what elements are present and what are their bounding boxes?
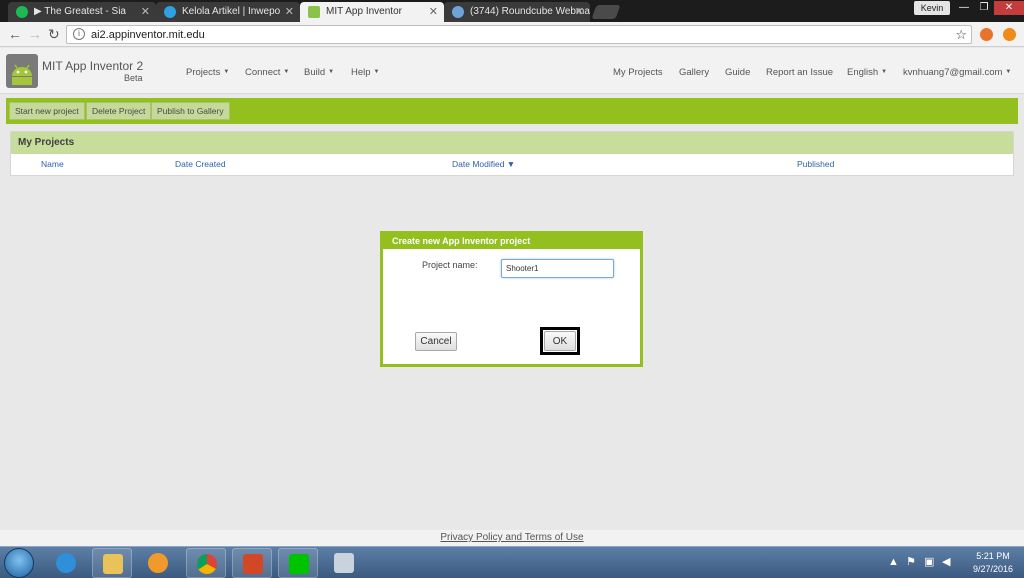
roundcube-icon bbox=[452, 6, 464, 18]
show-hidden-icons-icon[interactable]: ▲ bbox=[888, 556, 899, 568]
ie-icon[interactable] bbox=[46, 548, 86, 578]
nav-my-projects[interactable]: My Projects bbox=[613, 67, 663, 78]
spotify-icon bbox=[16, 6, 28, 18]
nav-report-issue[interactable]: Report an Issue bbox=[766, 67, 833, 78]
page-footer: Privacy Policy and Terms of Use bbox=[0, 530, 1024, 546]
tab-kelola-artikel[interactable]: Kelola Artikel | Inwepo ✕ bbox=[156, 2, 300, 22]
address-bar[interactable]: i ai2.appinventor.mit.edu ☆ bbox=[66, 25, 972, 44]
back-icon[interactable]: ← bbox=[8, 26, 22, 42]
file-explorer-icon[interactable] bbox=[92, 548, 132, 578]
menu-label: Projects bbox=[186, 67, 221, 78]
media-player-icon[interactable] bbox=[138, 548, 178, 578]
menu-label: kvnhuang7@gmail.com bbox=[903, 67, 1003, 78]
delete-project-button[interactable]: Delete Project bbox=[86, 102, 152, 120]
network-icon[interactable]: ▣ bbox=[924, 556, 934, 568]
extension-icon[interactable] bbox=[1003, 28, 1016, 41]
tab-label: ▶ The Greatest - Sia bbox=[34, 6, 126, 17]
column-date-created[interactable]: Date Created bbox=[175, 159, 226, 169]
clock-date[interactable]: 9/27/2016 bbox=[968, 564, 1018, 574]
tab-spotify[interactable]: ▶ The Greatest - Sia ✕ bbox=[8, 2, 156, 22]
close-icon[interactable]: ✕ bbox=[285, 2, 294, 22]
menu-label: Build bbox=[304, 67, 326, 78]
tab-roundcube[interactable]: (3744) Roundcube Webmail ✕ bbox=[444, 2, 590, 22]
caret-down-icon: ▼ bbox=[373, 69, 380, 76]
window-close-icon[interactable]: ✕ bbox=[994, 1, 1024, 15]
volume-icon[interactable]: ◀ bbox=[942, 556, 950, 568]
powerpoint-icon[interactable] bbox=[232, 548, 272, 578]
projects-heading: My Projects bbox=[11, 132, 1013, 154]
caret-down-icon: ▼ bbox=[283, 69, 290, 76]
nav-gallery[interactable]: Gallery bbox=[679, 67, 709, 78]
profile-button[interactable]: Kevin bbox=[914, 1, 950, 15]
caret-down-icon: ▼ bbox=[223, 69, 230, 76]
app-inventor-logo[interactable] bbox=[6, 54, 38, 88]
new-project-dialog: Create new App Inventor project Project … bbox=[380, 231, 643, 367]
cancel-button[interactable]: Cancel bbox=[415, 332, 457, 351]
account-menu[interactable]: kvnhuang7@gmail.com ▼ bbox=[903, 67, 1011, 78]
close-icon[interactable]: ✕ bbox=[575, 2, 584, 22]
projects-list: My Projects Name Date Created Date Modif… bbox=[10, 131, 1014, 176]
menu-build[interactable]: Build ▼ bbox=[304, 67, 334, 78]
browser-tab-strip: ▶ The Greatest - Sia ✕ Kelola Artikel | … bbox=[0, 0, 1024, 22]
clock-time[interactable]: 5:21 PM bbox=[968, 551, 1018, 561]
menu-label: Help bbox=[351, 67, 371, 78]
reload-icon[interactable]: ↻ bbox=[48, 26, 60, 42]
privacy-policy-link[interactable]: Privacy Policy and Terms of Use bbox=[440, 532, 583, 543]
paint-icon[interactable] bbox=[324, 548, 364, 578]
menu-label: English bbox=[847, 67, 879, 78]
url-text[interactable]: ai2.appinventor.mit.edu bbox=[91, 26, 205, 44]
language-menu[interactable]: English ▼ bbox=[847, 67, 887, 78]
browser-toolbar: ← → ↻ i ai2.appinventor.mit.edu ☆ bbox=[0, 22, 1024, 47]
tab-label: (3744) Roundcube Webmail bbox=[470, 6, 590, 17]
new-tab-button[interactable] bbox=[591, 5, 621, 19]
caret-down-icon: ▼ bbox=[328, 69, 335, 76]
windows-taskbar: ▲ ⚑ ▣ ◀ 5:21 PM 9/27/2016 bbox=[0, 546, 1024, 578]
maximize-icon[interactable]: ❐ bbox=[974, 1, 994, 15]
project-toolbar: Start new project Delete Project Publish… bbox=[6, 98, 1018, 124]
extension-icon[interactable] bbox=[980, 28, 993, 41]
dialog-title: Create new App Inventor project bbox=[383, 234, 640, 249]
bookmark-star-icon[interactable]: ☆ bbox=[955, 26, 967, 43]
ok-button[interactable]: OK bbox=[544, 331, 576, 351]
column-published[interactable]: Published bbox=[797, 159, 834, 169]
tab-label: MIT App Inventor bbox=[326, 6, 402, 17]
app-header: MIT App Inventor 2 Beta Projects ▼ Connec… bbox=[0, 48, 1024, 94]
info-icon[interactable]: i bbox=[73, 28, 85, 40]
project-name-label: Project name: bbox=[422, 260, 478, 270]
start-button[interactable] bbox=[4, 548, 34, 578]
start-new-project-button[interactable]: Start new project bbox=[9, 102, 85, 120]
android-logo-icon bbox=[6, 54, 38, 88]
system-tray: ▲ ⚑ ▣ ◀ 5:21 PM 9/27/2016 bbox=[880, 547, 1024, 578]
chrome-icon[interactable] bbox=[186, 548, 226, 578]
nav-guide[interactable]: Guide bbox=[725, 67, 750, 78]
tab-mit-app-inventor[interactable]: MIT App Inventor ✕ bbox=[300, 2, 444, 22]
tab-label: Kelola Artikel | Inwepo bbox=[182, 6, 281, 17]
line-icon[interactable] bbox=[278, 548, 318, 578]
caret-down-icon: ▼ bbox=[881, 69, 888, 76]
menu-projects[interactable]: Projects ▼ bbox=[186, 67, 229, 78]
project-name-input[interactable] bbox=[501, 259, 614, 278]
android-icon bbox=[308, 6, 320, 18]
power-icon bbox=[164, 6, 176, 18]
app-title: MIT App Inventor 2 bbox=[42, 59, 144, 73]
menu-label: Connect bbox=[245, 67, 281, 78]
column-name[interactable]: Name bbox=[41, 159, 64, 169]
minimize-icon[interactable]: — bbox=[954, 1, 974, 15]
close-icon[interactable]: ✕ bbox=[141, 2, 150, 22]
app-subtitle: Beta bbox=[124, 73, 143, 83]
menu-help[interactable]: Help ▼ bbox=[351, 67, 380, 78]
publish-to-gallery-button[interactable]: Publish to Gallery bbox=[151, 102, 230, 120]
column-date-modified[interactable]: Date Modified ▼ bbox=[452, 159, 515, 169]
caret-down-icon: ▼ bbox=[1005, 69, 1012, 76]
forward-icon[interactable]: → bbox=[28, 26, 42, 42]
flag-icon[interactable]: ⚑ bbox=[906, 556, 916, 568]
close-icon[interactable]: ✕ bbox=[429, 2, 438, 22]
menu-connect[interactable]: Connect ▼ bbox=[245, 67, 289, 78]
